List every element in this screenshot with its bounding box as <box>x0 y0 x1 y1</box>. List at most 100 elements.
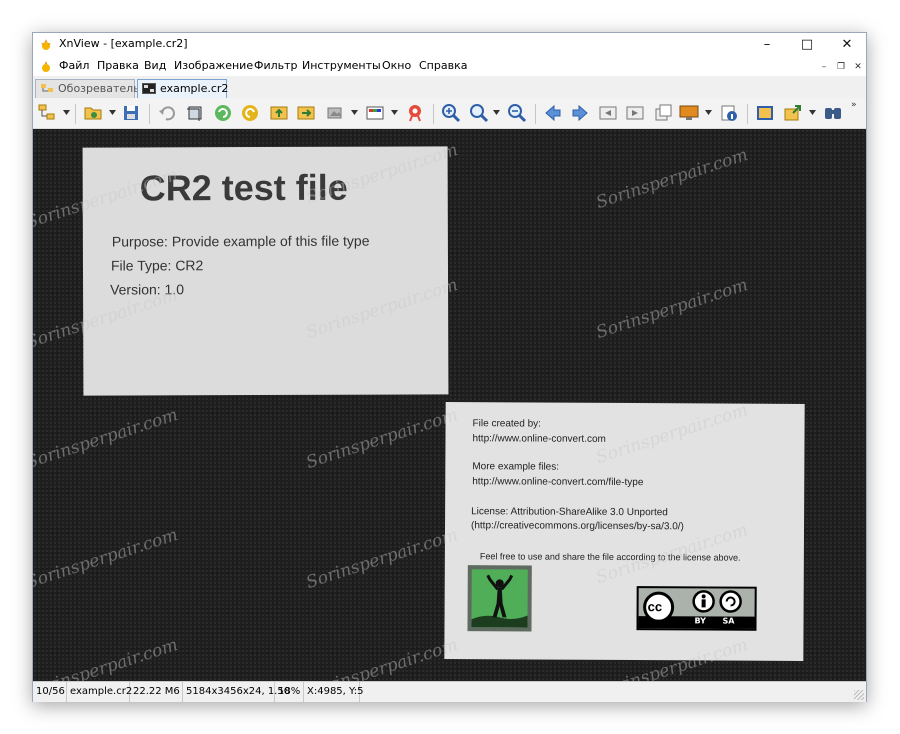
zoom-out-icon[interactable] <box>507 103 527 123</box>
license-url: (http://creativecommons.org/licenses/by-… <box>470 520 684 533</box>
minimize-button[interactable]: – <box>747 33 787 56</box>
zoom-dropdown-icon[interactable] <box>493 110 500 116</box>
watermark: Sorinsperpair.com <box>303 405 461 473</box>
watermark: Sorinsperpair.com <box>593 275 751 343</box>
card-purpose: Purpose: Provide example of this file ty… <box>111 232 370 250</box>
watermark: Sorinsperpair.com <box>33 525 181 593</box>
mdi-restore-button[interactable]: ❐ <box>834 60 848 74</box>
rotate-left-icon[interactable] <box>213 103 233 123</box>
cc-license-badge: cc BY SA <box>636 586 757 631</box>
status-bar: 10/56 example.cr2 22.22 M6 5184x3456x24,… <box>33 681 866 702</box>
sa-label: SA <box>722 616 735 626</box>
menu-file[interactable]: Файл <box>59 59 89 72</box>
close-button[interactable]: ✕ <box>827 33 867 56</box>
open-folder-icon[interactable] <box>83 103 103 123</box>
watermark: Sorinsperpair.com <box>33 635 181 681</box>
wallpaper-dropdown-icon[interactable] <box>705 110 712 116</box>
license-text: License: Attribution-ShareAlike 3.0 Unpo… <box>471 506 668 519</box>
first-icon[interactable] <box>598 103 618 123</box>
export-icon[interactable] <box>783 103 803 123</box>
next-icon[interactable] <box>570 103 590 123</box>
resize-grip-icon[interactable] <box>854 690 864 700</box>
card-file-type: File Type: CR2 <box>110 257 204 274</box>
zoom-in-icon[interactable] <box>441 103 461 123</box>
settings-icon[interactable] <box>325 103 345 123</box>
card-title: CR2 test file <box>139 166 348 209</box>
toolbar-separator <box>535 104 536 124</box>
settings-dropdown-icon[interactable] <box>351 110 358 116</box>
search-icon[interactable] <box>823 103 843 123</box>
created-url: http://www.online-convert.com <box>472 433 606 445</box>
toolbar-separator <box>149 104 150 124</box>
tab-example-cr2[interactable]: example.cr2 <box>137 79 229 98</box>
status-index: 10/56 <box>33 682 67 702</box>
toolbar-separator <box>433 104 434 124</box>
menu-window[interactable]: Окно <box>382 59 411 72</box>
mdi-close-button[interactable]: ✕ <box>851 60 865 74</box>
wallpaper-icon[interactable] <box>679 103 699 123</box>
menu-edit[interactable]: Правка <box>97 59 139 72</box>
card-version: Version: 1.0 <box>110 281 185 298</box>
browser-dropdown-icon[interactable] <box>63 110 70 116</box>
tab-browser[interactable]: Обозреватель <box>35 79 140 98</box>
by-label: BY <box>694 616 707 626</box>
card-license: File created by: http://www.online-conve… <box>444 402 805 661</box>
toolbar-separator <box>747 104 748 124</box>
slideshow-icon[interactable] <box>296 103 316 123</box>
toolbar: » <box>33 98 866 129</box>
menu-filter[interactable]: Фильтр <box>254 59 298 72</box>
redeye-icon[interactable] <box>405 103 425 123</box>
watermark: Sorinsperpair.com <box>303 525 461 593</box>
menu-bar: Файл Правка Вид Изображение Фильтр Инстр… <box>33 56 866 76</box>
person-silhouette-icon <box>471 574 528 628</box>
last-icon[interactable] <box>625 103 645 123</box>
status-coords: X:4985, Y:5 <box>304 682 364 702</box>
tab-bar: Обозреватель example.cr2 <box>33 76 866 98</box>
maximize-button[interactable]: □ <box>787 33 827 56</box>
previous-icon[interactable] <box>543 103 563 123</box>
status-size: 22.22 M6 <box>130 682 183 702</box>
document-menu-icon[interactable] <box>39 59 53 73</box>
save-icon[interactable] <box>121 103 141 123</box>
fit-icon[interactable] <box>269 103 289 123</box>
browser-icon[interactable] <box>37 103 57 123</box>
title-bar: XnView - [example.cr2] – □ ✕ <box>33 33 866 56</box>
toolbar-separator <box>75 104 76 124</box>
xnview-app-icon <box>39 37 53 51</box>
info-icon[interactable] <box>719 103 739 123</box>
menu-view[interactable]: Вид <box>144 59 166 72</box>
toolbar-overflow-icon[interactable]: » <box>851 100 857 110</box>
more-label: More example files: <box>472 461 560 473</box>
export-dropdown-icon[interactable] <box>809 110 816 116</box>
created-label: File created by: <box>472 418 541 430</box>
xnview-window: XnView - [example.cr2] – □ ✕ Файл Правка… <box>32 32 867 702</box>
status-filename: example.cr2 <box>67 682 132 702</box>
crop-icon[interactable] <box>185 103 205 123</box>
menu-image[interactable]: Изображение <box>174 59 253 72</box>
status-zoom: 18% <box>275 682 304 702</box>
image-viewer[interactable]: CR2 test file Purpose: Provide example o… <box>33 129 866 681</box>
sa-icon <box>719 590 742 613</box>
tab-example-cr2-label: example.cr2 <box>160 82 229 95</box>
menu-tools[interactable]: Инструменты <box>302 59 381 72</box>
rotate-right-icon[interactable] <box>240 103 260 123</box>
tab-browser-label: Обозреватель <box>58 82 140 95</box>
fullscreen-icon[interactable] <box>755 103 775 123</box>
mdi-minimize-button[interactable]: – <box>817 60 831 74</box>
watermark: Sorinsperpair.com <box>593 145 751 213</box>
open-dropdown-icon[interactable] <box>109 110 116 116</box>
color-dropdown-icon[interactable] <box>391 110 398 116</box>
color-icon[interactable] <box>365 103 385 123</box>
image-tab-icon <box>142 82 156 95</box>
copy-icon[interactable] <box>653 103 673 123</box>
menu-help[interactable]: Справка <box>419 59 467 72</box>
more-url: http://www.online-convert.com/file-type <box>472 476 644 489</box>
status-dimensions: 5184x3456x24, 1.50 <box>183 682 290 702</box>
cc-text: cc <box>647 599 663 615</box>
window-title: XnView - [example.cr2] <box>59 37 188 50</box>
free-use-text: Feel free to use and share the file acco… <box>479 551 741 563</box>
undo-icon[interactable] <box>157 103 177 123</box>
watermark: Sorinsperpair.com <box>33 405 181 473</box>
browser-tab-icon <box>40 82 54 95</box>
zoom-menu-icon[interactable] <box>469 103 489 123</box>
